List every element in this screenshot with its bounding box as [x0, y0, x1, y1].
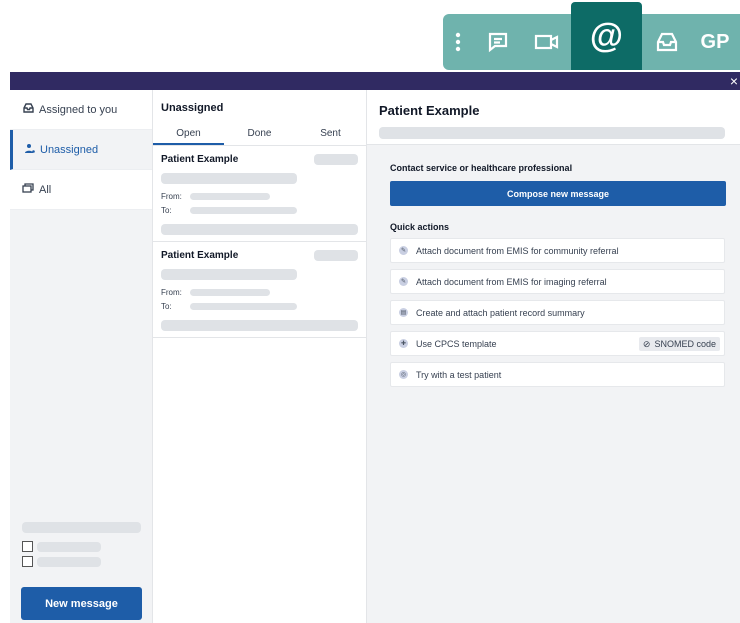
video-call-button[interactable]	[522, 14, 571, 70]
close-icon[interactable]: ×	[728, 73, 740, 89]
quick-action-imaging-referral[interactable]: ✎ Attach document from EMIS for imaging …	[390, 269, 725, 294]
to-label: To:	[161, 302, 172, 311]
gp-button[interactable]: GP	[691, 14, 739, 70]
quick-action-test-patient[interactable]: ◎ Try with a test patient	[390, 362, 725, 387]
test-patient-icon: ◎	[399, 370, 408, 379]
badge-label: SNOMED code	[654, 339, 716, 349]
sidebar-item-label: Unassigned	[40, 143, 99, 156]
loading-placeholder	[314, 154, 358, 165]
inbox-icon	[22, 103, 34, 116]
sidebar-item-label: All	[39, 183, 52, 196]
loading-placeholder	[161, 224, 358, 235]
loading-placeholder	[161, 320, 358, 331]
quick-action-community-referral[interactable]: ✎ Attach document from EMIS for communit…	[390, 238, 725, 263]
tab-open[interactable]: Open	[153, 126, 224, 145]
sidebar-item-unassigned[interactable]: Unassigned	[10, 130, 152, 170]
email-button[interactable]: @	[571, 2, 642, 70]
compose-new-message-button[interactable]: Compose new message	[390, 181, 726, 206]
message-list: Unassigned Open Done Sent Patient Exampl…	[153, 90, 367, 623]
quick-action-label: Try with a test patient	[416, 369, 502, 380]
quick-actions-heading: Quick actions	[390, 222, 450, 232]
sidebar-item-all[interactable]: All	[10, 170, 152, 210]
loading-placeholder	[37, 541, 101, 552]
chat-button[interactable]	[473, 14, 522, 70]
loading-placeholder	[190, 193, 270, 200]
template-icon: ✚	[399, 339, 408, 348]
detail-header: Patient Example	[367, 90, 740, 145]
stacked-inbox-icon	[22, 183, 34, 196]
loading-placeholder	[22, 522, 141, 533]
from-label: From:	[161, 288, 182, 297]
snomed-code-badge[interactable]: ⊘ SNOMED code	[638, 337, 720, 351]
filter-row	[22, 541, 153, 552]
sidebar-item-label: Assigned to you	[39, 103, 118, 116]
quick-action-label: Attach document from EMIS for community …	[416, 245, 619, 256]
quick-action-cpcs-template[interactable]: ✚ Use CPCS template ⊘ SNOMED code	[390, 331, 725, 356]
chat-icon	[488, 32, 507, 53]
at-icon: @	[589, 17, 624, 55]
loading-placeholder	[190, 207, 297, 214]
attach-icon: ✎	[399, 277, 408, 286]
loading-placeholder	[190, 289, 270, 296]
tab-sent[interactable]: Sent	[295, 126, 366, 145]
inbox-button[interactable]	[642, 14, 691, 70]
page-title: Patient Example	[379, 103, 480, 118]
video-icon	[534, 34, 558, 50]
document-icon: ▤	[399, 308, 408, 317]
detail-panel: Patient Example Contact service or healt…	[367, 90, 740, 623]
unassigned-user-icon	[23, 143, 35, 157]
sidebar: Assigned to you Unassigned All New messa…	[10, 90, 153, 623]
to-label: To:	[161, 206, 172, 215]
list-item[interactable]: Patient Example From: To:	[153, 146, 366, 242]
kebab-icon	[455, 32, 461, 52]
header-bar: ×	[10, 72, 740, 90]
loading-placeholder	[37, 556, 101, 567]
list-item[interactable]: Patient Example From: To:	[153, 242, 366, 338]
kebab-menu-button[interactable]	[443, 14, 473, 70]
loading-placeholder	[190, 303, 297, 310]
new-message-button[interactable]: New message	[21, 587, 142, 620]
sidebar-footer: New message	[10, 522, 153, 623]
top-toolbar: @ GP	[443, 2, 740, 70]
link-icon: ⊘	[642, 338, 651, 349]
list-tabs: Open Done Sent	[153, 126, 366, 146]
contact-heading: Contact service or healthcare profession…	[390, 163, 573, 173]
quick-action-label: Create and attach patient record summary	[416, 307, 585, 318]
attach-icon: ✎	[399, 246, 408, 255]
quick-action-label: Use CPCS template	[416, 338, 497, 349]
sidebar-item-assigned-to-you[interactable]: Assigned to you	[10, 90, 152, 130]
loading-placeholder	[314, 250, 358, 261]
loading-placeholder	[379, 127, 725, 139]
main-panel: Assigned to you Unassigned All New messa…	[10, 90, 740, 623]
from-label: From:	[161, 192, 182, 201]
inbox-icon	[656, 32, 677, 52]
quick-action-record-summary[interactable]: ▤ Create and attach patient record summa…	[390, 300, 725, 325]
filter-checkbox[interactable]	[22, 556, 33, 567]
tab-done[interactable]: Done	[224, 126, 295, 145]
quick-action-label: Attach document from EMIS for imaging re…	[416, 276, 607, 287]
loading-placeholder	[161, 173, 297, 184]
list-title: Unassigned	[161, 102, 224, 114]
loading-placeholder	[161, 269, 297, 280]
filter-row	[22, 556, 153, 567]
filter-checkbox[interactable]	[22, 541, 33, 552]
